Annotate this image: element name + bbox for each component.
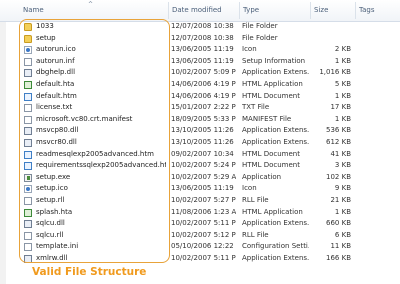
file-size: 41 KB [330,149,351,158]
file-date-modified: 13/06/2005 11:19 PM [171,56,236,65]
caption: Valid File Structure [32,266,147,278]
file-type: HTML Application [242,80,303,88]
file-date-modified: 13/06/2005 11:19 PM [171,45,236,54]
file-type: HTML Document [242,161,300,170]
file-date-modified: 13/10/2005 11:26 ... [171,126,236,135]
file-size: 612 KB [326,138,351,146]
sort-chevron-icon: ^ [88,1,94,8]
file-size: 1 KB [334,91,351,100]
column-header-tags[interactable]: Tags [356,0,400,21]
file-date-modified: 14/06/2006 4:19 PM [171,91,236,100]
file-type: Configuration Setti... [242,242,309,251]
file-date-modified: 10/02/2007 5:12 PM [171,230,236,239]
column-header-type[interactable]: Type [240,0,310,21]
file-type: RLL File [242,196,269,204]
column-header-size[interactable]: Size [311,0,355,21]
file-type: Icon [242,45,257,54]
file-size: 6 KB [334,230,351,239]
file-type: HTML Document [242,149,300,158]
file-size: 1,016 KB [319,68,351,77]
file-size: 1 KB [334,207,351,216]
file-type: File Folder [242,33,278,42]
file-type: Application Extens... [242,254,309,262]
file-size: 2 KB [334,45,351,54]
file-date-modified: 10/02/2007 5:24 PM [171,161,236,170]
file-size: 3 KB [334,161,351,170]
highlight-outline [19,19,170,263]
file-date-modified: 14/06/2006 4:19 PM [171,80,236,88]
file-date-modified: 10/02/2007 5:09 PM [171,68,236,77]
file-type: Icon [242,184,257,193]
file-type: Application Extens... [242,219,309,228]
file-date-modified: 12/07/2008 10:38 ... [171,33,236,42]
file-size: 1 KB [334,114,351,123]
file-date-modified: 13/10/2005 11:26 ... [171,138,236,146]
file-size: 21 KB [330,196,351,204]
file-type: Application Extens... [242,138,309,146]
file-type: Application [242,172,282,181]
file-size: 102 KB [326,172,351,181]
file-type: Application Extens... [242,126,309,135]
file-type: RLL File [242,230,269,239]
file-type: HTML Document [242,91,300,100]
file-date-modified: 10/02/2007 5:29 AM [171,172,236,181]
file-date-modified: 10/02/2007 5:27 PM [171,196,236,204]
file-date-modified: 12/07/2008 10:38 ... [171,22,236,30]
file-size: 17 KB [330,103,351,112]
file-date-modified: 09/02/2007 10:34 ... [171,149,236,158]
file-date-modified: 15/01/2007 2:22 PM [171,103,236,112]
column-header-name[interactable]: Name [20,0,168,21]
file-type: TXT File [242,103,270,112]
file-date-modified: 18/09/2005 5:33 PM [171,114,236,123]
file-type: HTML Application [242,207,303,216]
file-date-modified: 13/06/2005 11:19 PM [171,184,236,193]
file-size: 536 KB [326,126,351,135]
file-size: 166 KB [326,254,351,262]
file-date-modified: 10/02/2007 5:11 PM [171,219,236,228]
file-date-modified: 11/08/2006 1:23 AM [171,207,236,216]
column-header-date[interactable]: Date modified [169,0,239,21]
file-size: 5 KB [334,80,351,88]
file-size: 9 KB [334,184,351,193]
file-size: 11 KB [330,242,351,251]
file-type: MANIFEST File [242,114,292,123]
file-size: 1 KB [334,56,351,65]
file-date-modified: 05/10/2006 12:22 ... [171,242,236,251]
file-type: Setup Information [242,56,306,65]
file-date-modified: 10/02/2007 5:11 PM [171,254,236,262]
file-type: Application Extens... [242,68,309,77]
file-type: File Folder [242,22,278,30]
file-size: 660 KB [326,219,351,228]
